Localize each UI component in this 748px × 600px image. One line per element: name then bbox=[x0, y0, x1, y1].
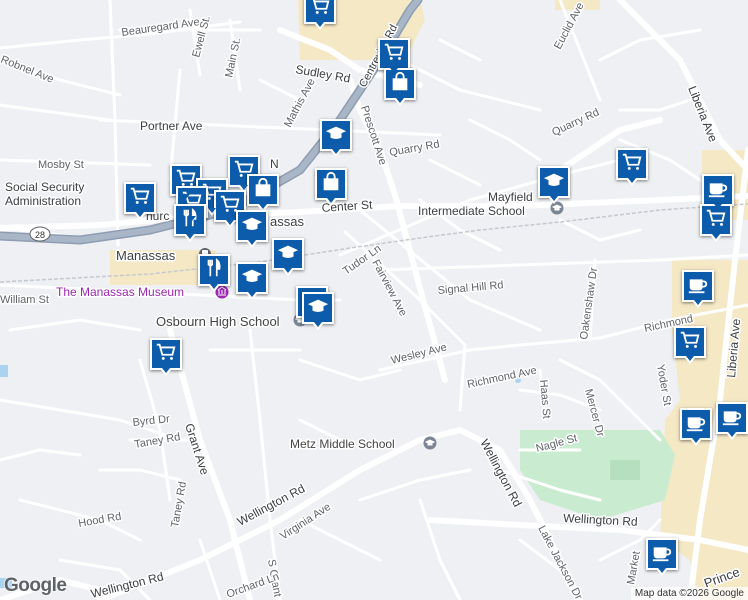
store-marker[interactable] bbox=[384, 68, 416, 106]
coffee-cup-icon bbox=[651, 541, 673, 568]
shopping-cart-icon bbox=[129, 185, 151, 212]
map-canvas[interactable]: 28 Beauregard Ave Robnel Ave Ewell St. M… bbox=[0, 0, 748, 600]
place-label-osbourn: Osbourn High School bbox=[156, 314, 280, 329]
school-icon[interactable] bbox=[423, 436, 437, 450]
school-marker[interactable] bbox=[272, 238, 304, 276]
graduation-cap-icon bbox=[543, 169, 565, 196]
shopping-marker[interactable] bbox=[150, 338, 182, 376]
place-label-manassas-partial: assas bbox=[270, 214, 304, 229]
graduation-cap-icon bbox=[241, 213, 263, 240]
place-label-museum: The Manassas Museum bbox=[56, 285, 184, 299]
graduation-cap-icon bbox=[325, 122, 347, 149]
route-28-shield: 28 bbox=[29, 226, 51, 242]
restaurant-marker[interactable] bbox=[198, 254, 230, 292]
cafe-marker[interactable] bbox=[646, 538, 678, 576]
fork-knife-icon bbox=[203, 257, 225, 284]
store-marker[interactable] bbox=[315, 168, 347, 206]
shopping-marker[interactable] bbox=[674, 326, 706, 364]
graduation-cap-icon bbox=[277, 241, 299, 268]
school-marker[interactable] bbox=[236, 262, 268, 300]
base-map: 28 Beauregard Ave Robnel Ave Ewell St. M… bbox=[0, 0, 748, 600]
cafe-marker[interactable] bbox=[680, 408, 712, 446]
map-attribution[interactable]: Map data ©2026 Google bbox=[630, 587, 748, 600]
shopping-cart-icon bbox=[705, 207, 727, 234]
coffee-cup-icon bbox=[721, 405, 743, 432]
place-label-social-security: Social Security bbox=[5, 180, 84, 194]
shopping-marker[interactable] bbox=[304, 0, 336, 30]
shopping-marker[interactable] bbox=[378, 38, 410, 76]
place-label-mayfield-school: Intermediate School bbox=[418, 204, 525, 218]
cafe-marker[interactable] bbox=[682, 270, 714, 308]
shopping-bag-icon bbox=[320, 171, 342, 198]
coffee-cup-icon bbox=[687, 273, 709, 300]
road-label: William St bbox=[0, 294, 49, 306]
place-label-manassas: Manassas bbox=[116, 248, 176, 263]
graduation-cap-icon bbox=[241, 265, 263, 292]
shopping-marker[interactable] bbox=[124, 182, 156, 220]
shopping-bag-icon bbox=[389, 71, 411, 98]
cafe-marker[interactable] bbox=[702, 174, 734, 212]
coffee-cup-icon bbox=[707, 177, 729, 204]
shopping-cart-icon bbox=[621, 151, 643, 178]
store-marker[interactable] bbox=[247, 174, 279, 212]
place-label-administration: Administration bbox=[5, 194, 81, 208]
shopping-cart-icon bbox=[309, 0, 331, 22]
place-label-mayfield: Mayfield bbox=[488, 190, 533, 204]
cafe-marker[interactable] bbox=[716, 402, 748, 440]
school-marker[interactable] bbox=[538, 166, 570, 204]
school-marker[interactable] bbox=[302, 292, 334, 330]
school-marker[interactable] bbox=[320, 119, 352, 157]
google-logo: Google bbox=[4, 575, 67, 596]
road-label: Mosby St bbox=[38, 159, 84, 171]
shopping-marker[interactable] bbox=[616, 148, 648, 186]
shopping-cart-icon bbox=[155, 341, 177, 368]
shopping-bag-icon bbox=[252, 177, 274, 204]
school-marker[interactable] bbox=[236, 210, 268, 248]
shopping-cart-icon bbox=[383, 41, 405, 68]
route-28-label: 28 bbox=[35, 230, 45, 240]
place-label-old-town-partial: N bbox=[270, 157, 279, 171]
shopping-cart-icon bbox=[679, 329, 701, 356]
road-label: Portner Ave bbox=[140, 119, 203, 133]
place-label-metz: Metz Middle School bbox=[290, 437, 395, 451]
coffee-cup-icon bbox=[685, 411, 707, 438]
